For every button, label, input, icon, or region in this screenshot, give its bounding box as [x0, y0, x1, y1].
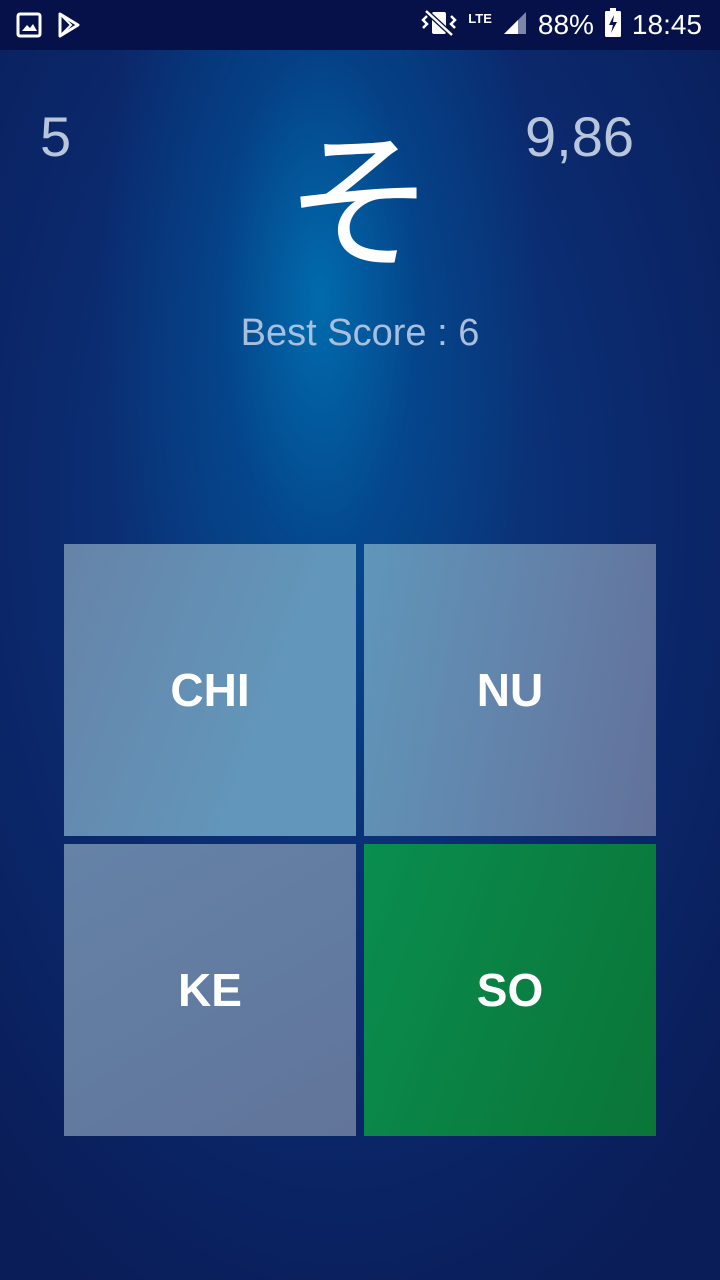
play-store-icon	[56, 12, 82, 42]
vibrate-mute-icon	[420, 9, 458, 41]
battery-charging-icon	[604, 8, 622, 42]
kana-character: そ	[284, 118, 435, 292]
gallery-icon	[16, 12, 42, 42]
current-score: 5	[40, 105, 72, 168]
countdown-timer: 9,86	[525, 105, 634, 168]
game-screen: LTE 88% 18:45 5 9,86 そ Best Score : 6 CH…	[0, 0, 720, 1280]
answer-button-nu[interactable]: NU	[364, 544, 656, 836]
lte-data-icon: LTE	[468, 11, 492, 26]
status-bar: LTE 88% 18:45	[0, 0, 720, 50]
answer-button-so[interactable]: SO	[364, 844, 656, 1136]
answer-button-ke[interactable]: KE	[64, 844, 356, 1136]
clock: 18:45	[631, 9, 702, 40]
battery-percent: 88%	[537, 9, 594, 40]
answer-button-chi[interactable]: CHI	[64, 544, 356, 836]
best-score-label: Best Score : 6	[240, 312, 480, 354]
signal-icon	[502, 10, 528, 40]
